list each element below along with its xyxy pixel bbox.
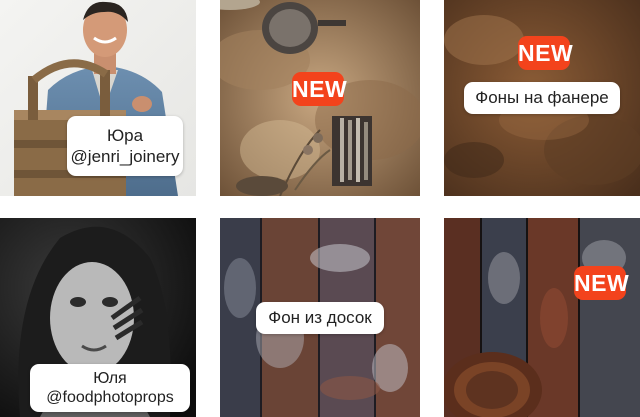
label-foodphotoprops: Юля @foodphotoprops xyxy=(30,364,190,412)
grid-tile-cutlery-background[interactable]: NEW xyxy=(220,0,420,196)
new-badge: NEW xyxy=(574,266,629,300)
label-name: Юра xyxy=(106,126,144,145)
grid-tile-plywood-backgrounds[interactable]: NEW Фоны на фанере xyxy=(444,0,640,196)
new-badge: NEW xyxy=(518,36,573,70)
label-plywood-backgrounds: Фоны на фанере xyxy=(464,82,620,114)
grid-tile-jenri-joinery[interactable]: Юра @jenri_joinery xyxy=(0,0,196,196)
label-name: Юля xyxy=(93,370,127,387)
new-badge: NEW xyxy=(292,72,347,106)
photo-dark-planks-plate xyxy=(444,218,640,417)
label-handle: @jenri_joinery xyxy=(70,147,180,166)
grid-tile-dark-planks[interactable]: NEW xyxy=(444,218,640,417)
label-plank-background: Фон из досок xyxy=(256,302,384,334)
label-handle: @foodphotoprops xyxy=(46,389,174,406)
label-jenri-joinery: Юра @jenri_joinery xyxy=(67,116,183,176)
grid-tile-plank-background[interactable]: Фон из досок xyxy=(220,218,420,417)
grid-tile-foodphotoprops[interactable]: Юля @foodphotoprops xyxy=(0,218,196,417)
